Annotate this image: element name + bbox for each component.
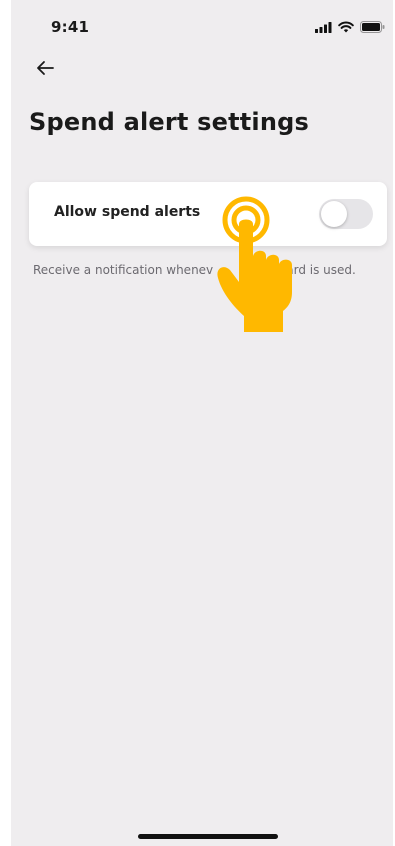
signal-icon <box>315 18 332 37</box>
status-bar: 9:41 <box>11 0 393 44</box>
toggle-knob <box>321 201 347 227</box>
status-time: 9:41 <box>51 18 90 36</box>
phone-screen: 9:41 Spend alert settings Allow spend al… <box>11 0 393 846</box>
battery-icon <box>360 18 385 37</box>
allow-spend-alerts-toggle[interactable] <box>319 199 373 229</box>
allow-spend-alerts-label: Allow spend alerts <box>54 204 201 220</box>
home-indicator <box>138 834 278 839</box>
tap-hand-icon <box>208 194 308 332</box>
helper-text-start: Receive a notification whenev <box>33 263 214 277</box>
wifi-icon <box>338 18 354 37</box>
status-icons <box>315 20 385 34</box>
page-title: Spend alert settings <box>29 108 310 136</box>
back-button[interactable] <box>33 58 57 82</box>
helper-text: Receive a notification whenev t card is u… <box>33 260 363 280</box>
back-arrow-icon <box>36 60 54 80</box>
